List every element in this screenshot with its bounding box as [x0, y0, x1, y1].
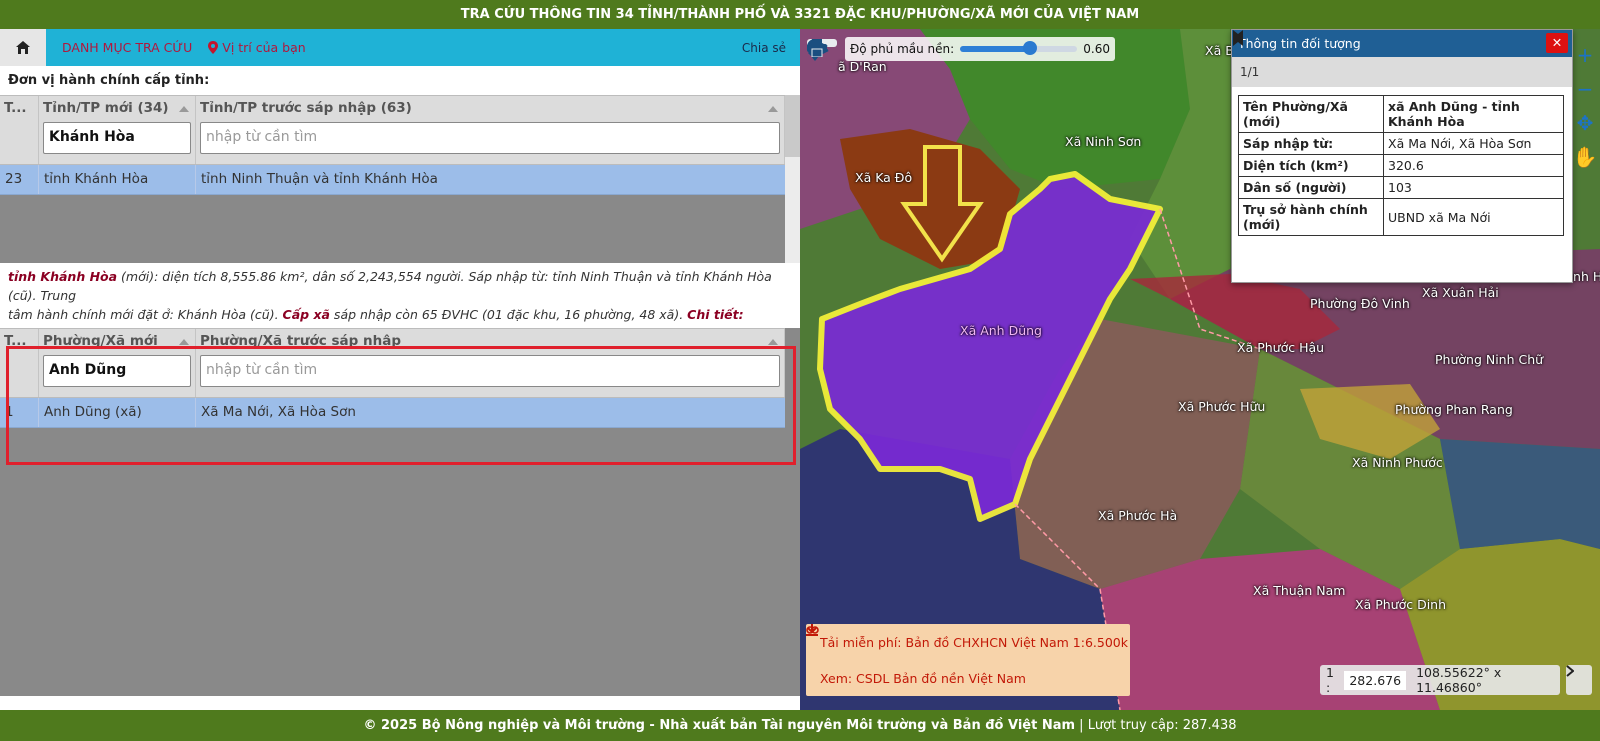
map-view[interactable]: ã D'Ran Xã Ninh Sơn Xã Ka Đô Xã Anh Dũng…	[800, 29, 1600, 710]
nav-bar: DANH MỤC TRA CỨU Vị trí của bạn Chia sẻ	[0, 29, 800, 66]
table-row: Dân số (người) 103	[1238, 176, 1564, 199]
province-new-filter-input[interactable]: Khánh Hòa	[43, 122, 191, 154]
download-link[interactable]: Tải miễn phí: Bản đồ CHXHCN Việt Nam 1:6…	[806, 624, 1130, 660]
commune-grid: T... Phường/Xã mới Anh Dũng Phường/Xã tr…	[0, 328, 800, 696]
map-label: Xã Ninh Phước	[1352, 455, 1443, 470]
province-info-text: tỉnh Khánh Hòa (mới): diện tích 8,555.86…	[0, 263, 800, 328]
table-row[interactable]: 23 tỉnh Khánh Hòa tỉnh Ninh Thuận và tỉn…	[0, 165, 785, 195]
opacity-label: Độ phủ mầu nền:	[850, 42, 955, 56]
table-row: Sáp nhập từ: Xã Ma Nới, Xã Hòa Sơn	[1238, 132, 1564, 155]
table-row[interactable]: 1 Anh Dũng (xã) Xã Ma Nới, Xã Hòa Sơn	[0, 398, 785, 428]
scale-toggle-button[interactable]	[1566, 665, 1592, 695]
move-icon[interactable]: ✥	[1577, 111, 1594, 135]
map-label: Xã Phước Hữu	[1178, 399, 1266, 414]
map-label: Xã Xuân Hải	[1422, 285, 1499, 300]
popup-page-indicator: 1/1	[1240, 65, 1260, 79]
details-link[interactable]: Chi tiết:	[687, 307, 743, 322]
zoom-in-icon[interactable]: +	[1577, 43, 1594, 67]
popup-title: Thông tin đối tượng	[1238, 36, 1361, 51]
sort-up-icon	[768, 339, 778, 345]
sort-up-icon	[179, 106, 189, 112]
coordinates-readout: 108.55622° x 11.46860°	[1416, 665, 1502, 695]
province-col-new[interactable]: Tỉnh/TP mới (34) Khánh Hòa	[39, 96, 196, 164]
table-row: Tên Phường/Xã (mới) xã Anh Dũng - tỉnh Kh…	[1238, 95, 1564, 133]
map-label: Xã Thuận Nam	[1253, 583, 1346, 598]
table-row: Diện tích (km²) 320.6	[1238, 154, 1564, 177]
footer-copyright: © 2025 Bộ Nông nghiệp và Môi trường - Nh…	[363, 718, 1076, 733]
footer-visits: | Lượt truy cập: 287.438	[1075, 718, 1237, 733]
sort-up-icon	[179, 339, 189, 345]
home-button[interactable]	[0, 29, 46, 66]
location-link[interactable]: Vị trí của bạn	[208, 40, 306, 55]
hand-pan-icon[interactable]: ✋	[1573, 145, 1598, 169]
province-col-old[interactable]: Tỉnh/TP trước sáp nhập (63) nhập từ cần …	[196, 96, 785, 164]
page-footer: © 2025 Bộ Nông nghiệp và Môi trường - Nh…	[0, 710, 1600, 741]
commune-col-old[interactable]: Phường/Xã trước sáp nhập nhập từ cần tìm	[196, 329, 785, 397]
next-arrow-icon[interactable]	[1232, 30, 1244, 46]
commune-old-filter-input[interactable]: nhập từ cần tìm	[200, 355, 780, 387]
catalog-menu[interactable]: DANH MỤC TRA CỨU	[62, 40, 192, 55]
scale-input[interactable]: 282.676	[1344, 670, 1407, 690]
zoom-out-icon[interactable]: −	[1577, 77, 1594, 101]
map-label: Xã Phước Hậu	[1237, 340, 1325, 355]
map-label: Xã Phước Dinh	[1355, 597, 1447, 612]
map-right-controls: + − ✥ ✋	[1570, 43, 1600, 169]
province-grid: T... Tỉnh/TP mới (34) Khánh Hòa Tỉnh/TP …	[0, 95, 800, 263]
popup-pager: 1/1	[1232, 30, 1572, 87]
home-icon	[16, 41, 30, 54]
map-toolbar	[807, 39, 837, 61]
view-basemap-link[interactable]: Xem: CSDL Bản đồ nền Việt Nam	[806, 626, 1130, 696]
scale-bar: 1 : 282.676 108.55622° x 11.46860°	[1320, 665, 1560, 695]
left-panel: DANH MỤC TRA CỨU Vị trí của bạn Chia sẻ …	[0, 29, 800, 710]
map-label: Xã Phước Hà	[1098, 508, 1178, 523]
popup-attribute-table: Tên Phường/Xã (mới) xã Anh Dũng - tỉnh Kh…	[1238, 95, 1564, 236]
commune-col-new[interactable]: Phường/Xã mới Anh Dũng	[39, 329, 196, 397]
map-label: Phường Đô Vinh	[1310, 296, 1410, 311]
opacity-slider-handle[interactable]	[1023, 41, 1038, 55]
share-button[interactable]: Chia sẻ	[742, 41, 786, 55]
table-row: Trụ sở hành chính (mới) UBND xã Ma Nới	[1238, 198, 1564, 236]
province-scrollbar[interactable]	[785, 95, 800, 263]
link-icon	[806, 626, 819, 634]
feature-info-popup: Thông tin đối tượng ✕ 1/1 Tên Phường/Xã …	[1231, 29, 1573, 283]
page-header: TRA CỨU THÔNG TIN 34 TỈNH/THÀNH PHỐ VÀ 3…	[0, 0, 1600, 29]
opacity-value: 0.60	[1083, 42, 1110, 56]
location-label: Vị trí của bạn	[222, 40, 306, 55]
catalog-label: DANH MỤC TRA CỨU	[62, 40, 193, 55]
opacity-control: Độ phủ mầu nền: 0.60	[845, 37, 1115, 61]
map-label: Xã Ninh Sơn	[1065, 134, 1142, 149]
map-pin-icon	[208, 41, 219, 54]
commune-grid-header: T... Phường/Xã mới Anh Dũng Phường/Xã tr…	[0, 328, 785, 398]
province-old-filter-input[interactable]: nhập từ cần tìm	[200, 122, 780, 154]
download-box: Tải miễn phí: Bản đồ CHXHCN Việt Nam 1:6…	[806, 624, 1130, 696]
commune-new-filter-input[interactable]: Anh Dũng	[43, 355, 191, 387]
map-label: Xã Ka Đô	[855, 170, 913, 185]
print-icon[interactable]	[807, 39, 827, 57]
map-label: ã D'Ran	[838, 59, 887, 74]
province-section-title: Đơn vị hành chính cấp tỉnh:	[8, 73, 210, 88]
province-grid-header: T... Tỉnh/TP mới (34) Khánh Hòa Tỉnh/TP …	[0, 95, 785, 165]
commune-col-index[interactable]: T...	[0, 329, 39, 397]
close-icon[interactable]: ✕	[1546, 33, 1568, 53]
map-label: Phường Phan Rang	[1395, 402, 1513, 417]
province-col-index[interactable]: T...	[0, 96, 39, 164]
popup-header: Thông tin đối tượng ✕	[1232, 30, 1572, 57]
chevron-right-icon	[1566, 665, 1574, 677]
map-label: Phường Ninh Chữ	[1435, 352, 1544, 367]
opacity-slider[interactable]	[960, 41, 1078, 55]
sort-up-icon	[768, 106, 778, 112]
map-label: Xã Anh Dũng	[960, 323, 1042, 338]
